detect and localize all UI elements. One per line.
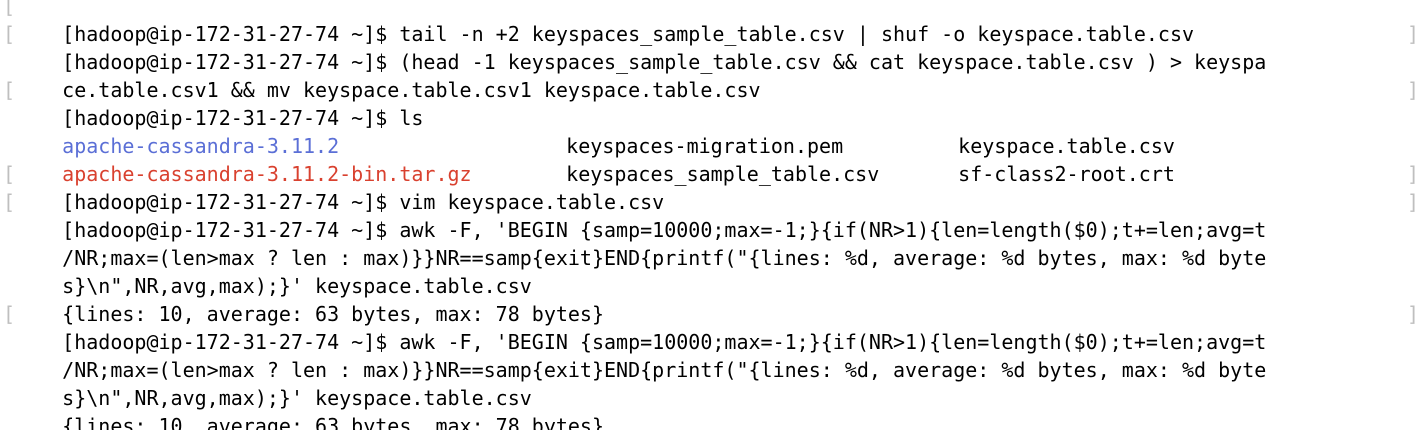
terminal-line: [[hadoop@ip-172-31-27-74 ~]$ (head -1 ke… [0, 20, 1422, 74]
line-marker-left: [ [3, 162, 16, 186]
line-marker-left: [ [3, 190, 16, 214]
ls-output-row: apache-cassandra-3.11.2-bin.tar.gz keyspa… [0, 132, 1422, 186]
line-marker-left: [ [3, 302, 16, 326]
terminal-window[interactable]: [[hadoop@ip-172-31-27-74 ~]$ tail -n +2 … [0, 0, 1422, 430]
line-marker-right: ] [1406, 22, 1419, 46]
output-text: {lines: 10, average: 63 bytes, max: 78 b… [62, 414, 605, 430]
command-output: {lines: 10, average: 63 bytes, max: 78 b… [0, 384, 1422, 430]
terminal-line: ce.table.csv1 && mv keyspace.table.csv1 … [0, 48, 1422, 102]
line-marker-left: [ [3, 22, 16, 46]
terminal-line: /NR;max=(len>max ? len : max)}}NR==samp{… [0, 328, 1422, 382]
command-output: {lines: 10, average: 63 bytes, max: 78 b… [0, 272, 1422, 326]
terminal-line: [[hadoop@ip-172-31-27-74 ~]$ awk -F, 'BE… [0, 188, 1422, 242]
terminal-line: /NR;max=(len>max ? len : max)}}NR==samp{… [0, 216, 1422, 270]
terminal-line: [[hadoop@ip-172-31-27-74 ~]$ vim keyspac… [0, 160, 1422, 214]
line-marker-right: ] [1406, 78, 1419, 102]
terminal-line: [[hadoop@ip-172-31-27-74 ~]$ tail -n +2 … [0, 0, 1422, 46]
ls-output-row: apache-cassandra-3.11.2 keyspaces-migrati… [0, 104, 1422, 158]
terminal-line: [[hadoop@ip-172-31-27-74 ~]$ awk -F, 'BE… [0, 300, 1422, 354]
terminal-line: [[hadoop@ip-172-31-27-74 ~]$ ls] [0, 76, 1422, 130]
line-marker-left: [ [3, 0, 16, 18]
line-marker-right: ] [1406, 162, 1419, 186]
line-marker-right: ] [1406, 302, 1419, 326]
terminal-line: s}\n",NR,avg,max);}' keyspace.table.csv [0, 356, 1422, 410]
terminal-line: s}\n",NR,avg,max);}' keyspace.table.csv [0, 244, 1422, 298]
line-marker-right: ] [1406, 190, 1419, 214]
line-marker-left: [ [3, 78, 16, 102]
